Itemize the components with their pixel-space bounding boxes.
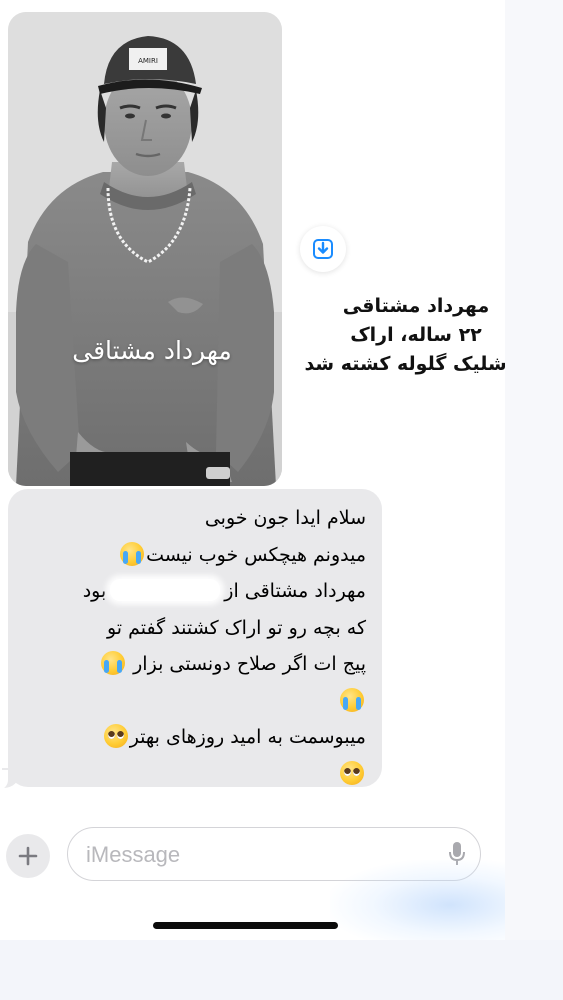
chat-screen: AMIRI مهرداد مشتاقی سلام ایدا جون خوبی م… — [0, 0, 505, 940]
message-line: سلام ایدا جون خوبی — [204, 507, 366, 529]
save-photo-button[interactable] — [300, 226, 346, 272]
message-line: پیج ات اگر صلاح دونستی بزار — [133, 653, 366, 675]
right-margin — [505, 0, 563, 940]
photo-caption: مهرداد مشتاقی — [72, 336, 232, 365]
bottom-margin — [0, 940, 563, 1000]
photo-message[interactable]: AMIRI مهرداد مشتاقی — [8, 12, 282, 486]
message-line: که بچه رو تو اراک کشتند گفتم تو — [106, 616, 366, 639]
apps-plus-button[interactable] — [6, 834, 50, 878]
pleading-face-icon — [340, 760, 364, 785]
crying-face-icon — [101, 651, 126, 675]
message-line: بود — [82, 580, 107, 602]
download-icon — [313, 239, 333, 259]
message-line: میبوسمت به امید روزهای بهتر — [129, 726, 366, 748]
plus-icon — [18, 846, 38, 866]
home-indicator[interactable] — [153, 922, 338, 929]
message-line: میدونم هیچکس خوب نیست — [146, 543, 366, 566]
message-line: مهرداد مشتاقی از — [224, 580, 366, 602]
portrait-photo: AMIRI — [8, 12, 282, 486]
cap-logo-text: AMIRI — [138, 57, 158, 65]
pleading-face-icon — [103, 724, 128, 748]
crying-face-icon — [120, 541, 145, 566]
redacted-text — [110, 579, 221, 601]
message-text: سلام ایدا جون خوبی میدونم هیچکس خوب نیست… — [26, 500, 366, 792]
input-placeholder: iMessage — [86, 842, 181, 867]
crying-face-icon — [340, 687, 364, 712]
keyboard-glow — [330, 860, 505, 940]
